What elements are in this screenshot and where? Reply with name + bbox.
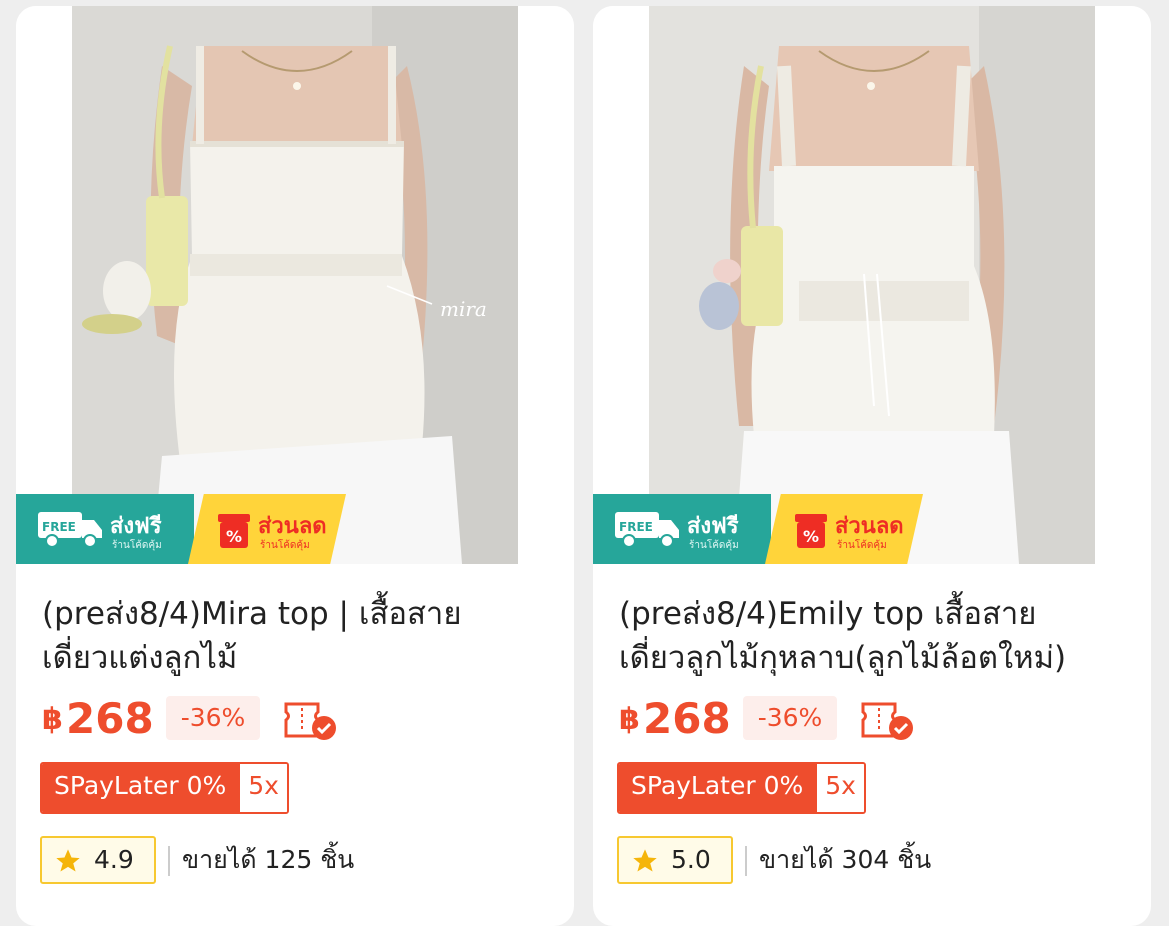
product-title-line2: เดี่ยวแต่งลูกไม้ bbox=[42, 640, 238, 676]
product-title-line2: เดี่ยวลูกไม้กุหลาบ(ลูกไม้ล้อตใหม่) bbox=[619, 640, 1067, 676]
product-title-line1: (preส่ง8/4)Emily top เสื้อสาย bbox=[619, 596, 1037, 632]
shop-discount-icon: % bbox=[795, 514, 827, 548]
free-label: FREE bbox=[42, 520, 76, 534]
product-card-emily[interactable]: FREE ส่งฟรี ร้านโค้ดคุ้ม % ส่วนลด ร้านโค… bbox=[593, 6, 1151, 926]
sold-count: ขายได้ 304 ชิ้น bbox=[759, 845, 932, 874]
divider bbox=[745, 846, 747, 876]
shop-discount-icon: % bbox=[218, 514, 250, 548]
voucher-check-icon bbox=[284, 702, 336, 740]
promo-badges: FREE ส่งฟรี ร้านโค้ดคุ้ม % ส่วนลด ร้านโค… bbox=[593, 494, 923, 564]
divider bbox=[168, 846, 170, 876]
installments-label: 5x bbox=[240, 764, 287, 812]
product-title[interactable]: (preส่ง8/4)Emily top เสื้อสาย เดี่ยวลูกไ… bbox=[619, 592, 1139, 680]
free-label: FREE bbox=[619, 520, 653, 534]
promo-badges: FREE ส่งฟรี ร้านโค้ดคุ้ม % ส่วนลด ร้านโค… bbox=[16, 494, 346, 564]
sold-count: ขายได้ 125 ชิ้น bbox=[182, 845, 355, 874]
rating-badge: 4.9 bbox=[40, 836, 156, 884]
product-photo[interactable]: mira bbox=[72, 6, 518, 564]
rating-value: 4.9 bbox=[94, 845, 134, 874]
product-image-area[interactable]: FREE ส่งฟรี ร้านโค้ดคุ้ม % ส่วนลด ร้านโค… bbox=[593, 6, 1151, 564]
svg-text:%: % bbox=[226, 527, 242, 546]
free-shipping-sublabel: ร้านโค้ดคุ้ม bbox=[689, 540, 739, 551]
truck-icon: FREE bbox=[38, 512, 102, 548]
discount-sublabel: ร้านโค้ดคุ้ม bbox=[260, 540, 310, 551]
spaylater-badge: SPayLater 0% 5x bbox=[40, 762, 289, 814]
discount-badge: % ส่วนลด ร้านโค้ดคุ้ม bbox=[765, 494, 923, 564]
rating-badge: 5.0 bbox=[617, 836, 733, 884]
installments-label: 5x bbox=[817, 764, 864, 812]
discount-percent-tag: -36% bbox=[743, 696, 837, 740]
price-row: ฿ 268 -36% bbox=[42, 694, 572, 744]
price-value: 268 bbox=[643, 694, 731, 743]
free-shipping-sublabel: ร้านโค้ดคุ้ม bbox=[112, 540, 162, 551]
price-row: ฿ 268 -36% bbox=[619, 694, 1149, 744]
discount-badge: % ส่วนลด ร้านโค้ดคุ้ม bbox=[188, 494, 346, 564]
discount-sublabel: ร้านโค้ดคุ้ม bbox=[837, 540, 887, 551]
free-shipping-badge: FREE ส่งฟรี ร้านโค้ดคุ้ม bbox=[16, 494, 194, 564]
product-title-line1: (preส่ง8/4)Mira top | เสื้อสาย bbox=[42, 596, 462, 632]
spaylater-badge: SPayLater 0% 5x bbox=[617, 762, 866, 814]
star-icon bbox=[633, 849, 657, 872]
product-image-area[interactable]: mira FREE ส่งฟรี ร้านโค้ดคุ้ม % ส่วนลด ร… bbox=[16, 6, 574, 564]
currency-symbol: ฿ bbox=[619, 702, 640, 737]
product-photo-illustration bbox=[649, 6, 1095, 564]
discount-percent-tag: -36% bbox=[166, 696, 260, 740]
free-shipping-badge: FREE ส่งฟรี ร้านโค้ดคุ้ม bbox=[593, 494, 771, 564]
price-value: 268 bbox=[66, 694, 154, 743]
spaylater-label: SPayLater 0% bbox=[42, 764, 241, 812]
product-photo[interactable] bbox=[649, 6, 1095, 564]
currency-symbol: ฿ bbox=[42, 702, 63, 737]
product-card-mira[interactable]: mira FREE ส่งฟรี ร้านโค้ดคุ้ม % ส่วนลด ร… bbox=[16, 6, 574, 926]
product-title[interactable]: (preส่ง8/4)Mira top | เสื้อสาย เดี่ยวแต่… bbox=[42, 592, 562, 680]
rating-value: 5.0 bbox=[671, 845, 711, 874]
voucher-check-icon bbox=[861, 702, 913, 740]
spaylater-label: SPayLater 0% bbox=[619, 764, 818, 812]
product-photo-illustration: mira bbox=[72, 6, 518, 564]
svg-text:%: % bbox=[803, 527, 819, 546]
truck-icon: FREE bbox=[615, 512, 679, 548]
watermark-text: mira bbox=[440, 297, 487, 321]
star-icon bbox=[56, 849, 80, 872]
